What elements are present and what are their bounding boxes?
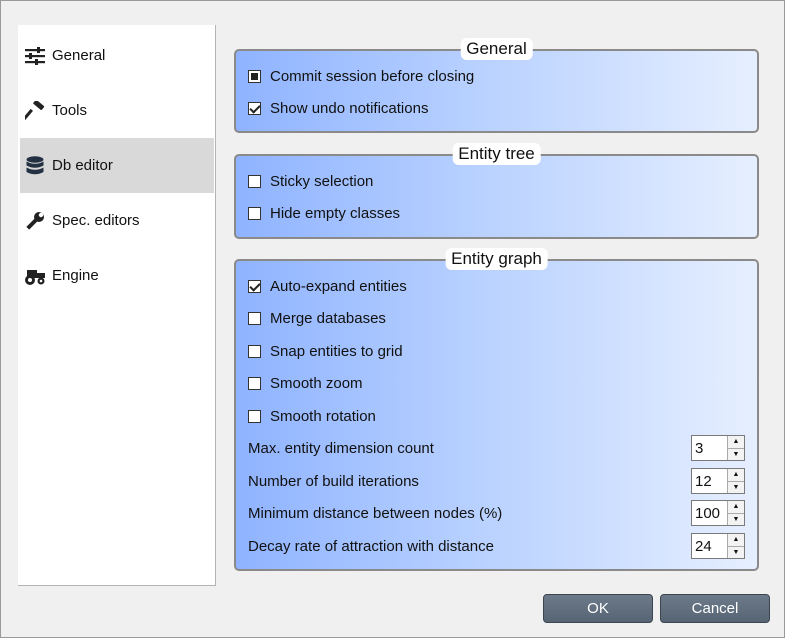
auto-expand-checkbox[interactable]: Auto-expand entities [248,275,407,297]
max-dimension-spinbox[interactable]: 3 ▲ ▼ [691,435,745,461]
spinner-buttons: ▲ ▼ [727,534,744,558]
checkbox-label: Show undo notifications [270,99,429,117]
sidebar-item-label: General [52,47,106,64]
checkbox-box[interactable] [248,376,261,390]
spinner-label: Max. entity dimension count [248,439,434,457]
spin-down-icon[interactable]: ▼ [727,512,744,525]
ok-button[interactable]: OK [543,594,653,623]
sidebar-item-label: Spec. editors [52,212,140,229]
sidebar-item-general[interactable]: General [20,28,214,83]
checkbox-label: Snap entities to grid [270,342,403,360]
decay-rate-spinbox[interactable]: 24 ▲ ▼ [691,533,745,559]
checkbox-box[interactable] [248,69,261,83]
hammer-icon [24,100,46,122]
spin-up-icon[interactable]: ▲ [727,469,744,481]
checkbox-box[interactable] [248,344,261,358]
spinner-value[interactable]: 3 [692,436,727,460]
spin-up-icon[interactable]: ▲ [727,534,744,546]
spin-down-icon[interactable]: ▼ [727,545,744,558]
checkbox-box[interactable] [248,206,261,220]
settings-sidebar: General Tools Db editor Spec. editors En… [18,25,216,586]
spinner-value[interactable]: 12 [692,469,727,493]
checkbox-box[interactable] [248,409,261,423]
show-undo-checkbox[interactable]: Show undo notifications [248,97,428,119]
tractor-icon [24,265,46,287]
sidebar-item-engine[interactable]: Engine [20,248,214,303]
checkbox-label: Sticky selection [270,172,374,190]
checkbox-label: Auto-expand entities [270,277,407,295]
database-icon [24,155,46,177]
hide-empty-classes-checkbox[interactable]: Hide empty classes [248,202,400,224]
spinner-label: Number of build iterations [248,472,419,490]
sidebar-item-tools[interactable]: Tools [20,83,214,138]
decay-rate-row: Decay rate of attraction with distance 2… [248,533,745,559]
checkbox-box[interactable] [248,101,261,115]
entity-tree-group: Entity tree Sticky selection Hide empty … [234,143,759,239]
checkbox-box[interactable] [248,279,261,293]
checkbox-label: Merge databases [270,309,386,327]
checkbox-label: Smooth zoom [270,374,363,392]
min-distance-spinbox[interactable]: 100 ▲ ▼ [691,500,745,526]
smooth-rotation-checkbox[interactable]: Smooth rotation [248,405,376,427]
general-group: General Commit session before closing Sh… [234,38,759,133]
smooth-zoom-checkbox[interactable]: Smooth zoom [248,372,363,394]
spin-down-icon[interactable]: ▼ [727,447,744,460]
checkbox-label: Hide empty classes [270,204,401,222]
spinner-label: Decay rate of attraction with distance [248,537,494,555]
checkbox-label: Smooth rotation [270,407,376,425]
build-iterations-row: Number of build iterations 12 ▲ ▼ [248,468,745,494]
build-iterations-spinbox[interactable]: 12 ▲ ▼ [691,468,745,494]
checkbox-box[interactable] [248,174,261,188]
cancel-button[interactable]: Cancel [660,594,770,623]
sidebar-item-spec-editors[interactable]: Spec. editors [20,193,214,248]
checkbox-box[interactable] [248,311,261,325]
spinner-value[interactable]: 24 [692,534,727,558]
group-title: General [460,38,533,60]
spinner-buttons: ▲ ▼ [727,501,744,525]
sidebar-item-label: Tools [52,102,88,119]
sticky-selection-checkbox[interactable]: Sticky selection [248,170,373,192]
sliders-icon [24,45,46,67]
spin-up-icon[interactable]: ▲ [727,501,744,513]
wrench-icon [24,210,46,232]
spin-down-icon[interactable]: ▼ [727,480,744,493]
sidebar-item-db-editor[interactable]: Db editor [20,138,214,193]
entity-graph-group: Entity graph Auto-expand entities Merge … [234,248,759,571]
checkbox-label: Commit session before closing [270,67,475,85]
snap-to-grid-checkbox[interactable]: Snap entities to grid [248,340,403,362]
settings-window: General Tools Db editor Spec. editors En… [0,0,785,638]
sidebar-item-label: Engine [52,267,99,284]
spinner-value[interactable]: 100 [692,501,727,525]
spinner-label: Minimum distance between nodes (%) [248,504,503,522]
min-distance-row: Minimum distance between nodes (%) 100 ▲… [248,500,745,526]
merge-databases-checkbox[interactable]: Merge databases [248,307,386,329]
group-title: Entity tree [452,143,541,165]
sidebar-item-label: Db editor [52,157,113,174]
commit-session-checkbox[interactable]: Commit session before closing [248,65,474,87]
spinner-buttons: ▲ ▼ [727,436,744,460]
max-dimension-row: Max. entity dimension count 3 ▲ ▼ [248,435,745,461]
spinner-buttons: ▲ ▼ [727,469,744,493]
group-title: Entity graph [445,248,548,270]
spin-up-icon[interactable]: ▲ [727,436,744,448]
